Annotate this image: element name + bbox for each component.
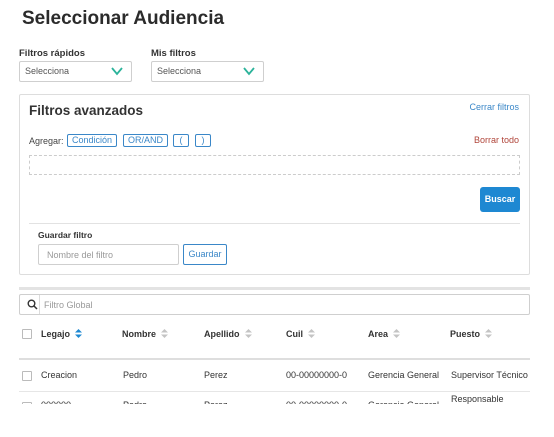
sort-icon[interactable] <box>393 329 401 338</box>
chevron-down-icon <box>243 67 255 76</box>
my-filters-label: Mis filtros <box>151 48 196 59</box>
page-title: Seleccionar Audiencia <box>22 8 225 29</box>
search-icon <box>27 299 38 310</box>
filter-name-input[interactable]: Nombre del filtro <box>38 244 179 265</box>
add-open-paren-button[interactable]: ( <box>173 134 189 147</box>
row-divider <box>19 391 530 392</box>
column-header-puesto[interactable]: Puesto <box>450 329 493 339</box>
search-button[interactable]: Buscar <box>480 187 520 212</box>
filter-builder-dropzone[interactable] <box>29 155 520 175</box>
column-header-label: Legajo <box>41 329 71 339</box>
select-all-checkbox[interactable] <box>22 329 32 339</box>
column-header-label: Area <box>368 329 389 339</box>
quick-filters-label: Filtros rápidos <box>19 48 85 59</box>
column-header-area[interactable]: Area <box>368 329 401 339</box>
cell-apellido: Perez <box>204 370 228 380</box>
divider <box>39 295 40 314</box>
clear-all-link[interactable]: Borrar todo <box>474 135 519 145</box>
my-filters-select[interactable]: Selecciona <box>151 61 264 82</box>
sort-icon[interactable] <box>244 329 252 338</box>
cell-cuil: 00-00000000-0 <box>286 370 348 380</box>
cell-legajo: Creacion <box>41 370 78 380</box>
add-or-and-button[interactable]: OR/AND <box>123 134 168 147</box>
cell-area: Gerencia General <box>368 370 440 380</box>
table-top-border <box>19 287 530 290</box>
column-header-label: Apellido <box>204 329 240 339</box>
global-filter-placeholder: Filtro Global <box>44 300 93 310</box>
advanced-filters-title: Filtros avanzados <box>29 103 144 118</box>
column-header-label: Puesto <box>450 329 481 339</box>
global-filter-input[interactable]: Filtro Global <box>19 294 530 315</box>
save-filter-label: Guardar filtro <box>38 230 93 240</box>
chevron-down-icon <box>111 67 123 76</box>
table-header-border <box>19 358 530 360</box>
cell-puesto: Supervisor Técnico <box>451 370 528 380</box>
column-header-legajo[interactable]: Legajo <box>41 329 83 339</box>
sort-icon[interactable] <box>485 329 493 338</box>
scroll-clip <box>0 404 554 437</box>
column-header-cuil[interactable]: Cuil <box>286 329 315 339</box>
column-header-label: Cuil <box>286 329 303 339</box>
quick-filters-value: Selecciona <box>25 66 70 76</box>
divider <box>29 223 520 224</box>
row-checkbox[interactable] <box>22 371 32 381</box>
save-filter-button[interactable]: Guardar <box>183 244 227 265</box>
add-condition-button[interactable]: Condición <box>67 134 117 147</box>
advanced-filters-panel: Filtros avanzados Cerrar filtros Agregar… <box>19 94 530 275</box>
cell-puesto: Responsable <box>451 394 504 404</box>
column-header-nombre[interactable]: Nombre <box>122 329 169 339</box>
sort-up-icon[interactable] <box>75 329 83 338</box>
sort-icon[interactable] <box>308 329 315 338</box>
add-label: Agregar: <box>29 136 64 146</box>
my-filters-value: Selecciona <box>157 66 202 76</box>
column-header-label: Nombre <box>122 329 157 339</box>
sort-icon[interactable] <box>161 329 169 338</box>
add-close-paren-button[interactable]: ) <box>195 134 211 147</box>
close-filters-link[interactable]: Cerrar filtros <box>469 102 519 112</box>
cell-nombre: Pedro <box>123 370 148 380</box>
quick-filters-select[interactable]: Selecciona <box>19 61 132 82</box>
column-header-apellido[interactable]: Apellido <box>204 329 252 339</box>
